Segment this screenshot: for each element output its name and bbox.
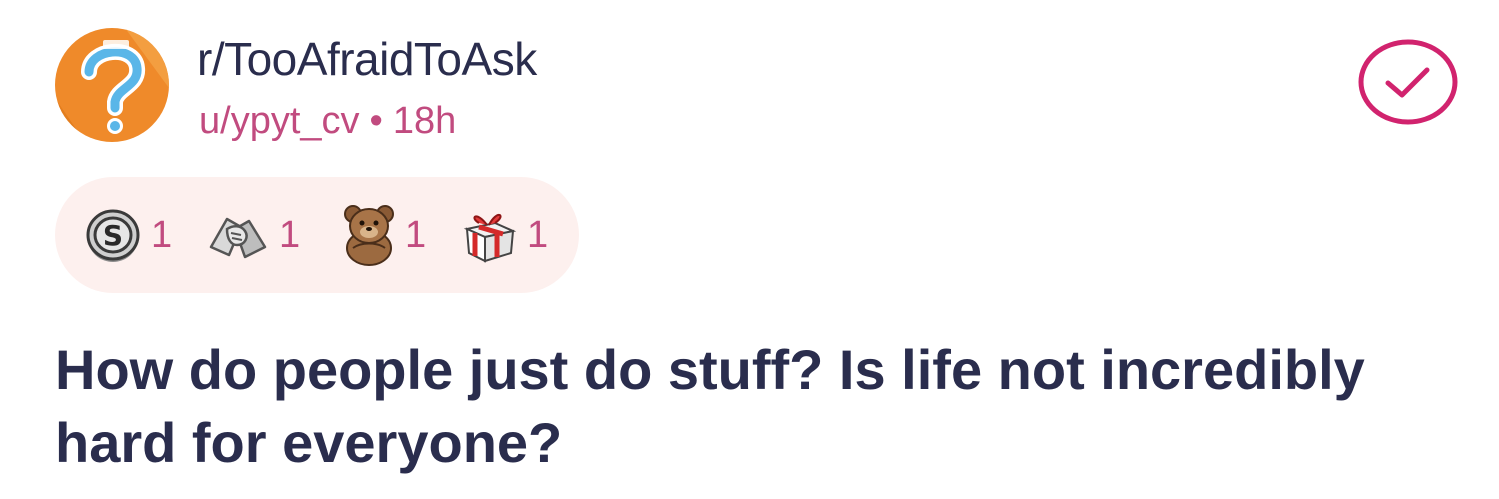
subreddit-avatar[interactable] (55, 28, 169, 142)
post-card[interactable]: r/TooAfraidToAsk u/ypyt_cv • 18h S 1 1 1… (0, 0, 1499, 499)
post-meta: u/ypyt_cv • 18h (199, 98, 456, 144)
award-handshake[interactable]: 1 (205, 202, 300, 268)
author-link[interactable]: u/ypyt_cv (199, 100, 360, 142)
post-title[interactable]: How do people just do stuff? Is life not… (55, 333, 1475, 479)
award-gift[interactable]: 1 (459, 202, 548, 268)
svg-text:S: S (103, 219, 123, 252)
award-bear[interactable]: 1 (341, 202, 426, 268)
silver-coin-icon: S (86, 209, 140, 262)
awards-bar[interactable]: S 1 1 1 1 (55, 177, 579, 293)
subreddit-name[interactable]: r/TooAfraidToAsk (197, 32, 537, 86)
meta-separator: • (369, 100, 383, 142)
award-count: 1 (151, 214, 173, 256)
gift-icon (463, 214, 517, 263)
save-button[interactable] (1357, 38, 1459, 126)
award-count: 1 (405, 214, 427, 256)
handshake-icon (209, 217, 267, 259)
post-time: 18h (392, 100, 457, 142)
check-circle-icon (1358, 39, 1458, 125)
bear-icon (344, 205, 394, 266)
award-count: 1 (279, 214, 301, 256)
award-silver[interactable]: S 1 (83, 202, 172, 268)
award-count: 1 (527, 214, 549, 256)
